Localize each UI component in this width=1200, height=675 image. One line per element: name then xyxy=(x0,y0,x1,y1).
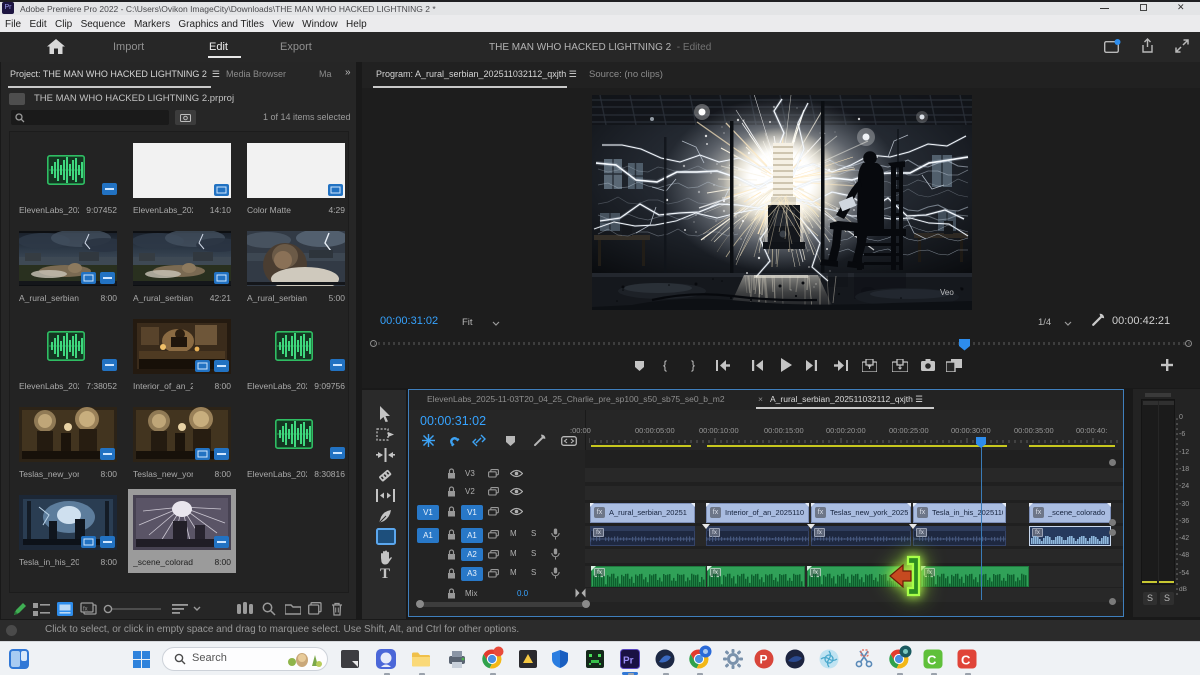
svg-text:fx: fx xyxy=(83,607,88,613)
svg-text:P: P xyxy=(760,653,768,667)
svg-text:C: C xyxy=(961,653,971,668)
svg-text:Pr: Pr xyxy=(623,656,634,667)
svg-text:Veo: Veo xyxy=(940,288,954,297)
svg-text:C: C xyxy=(927,653,937,668)
